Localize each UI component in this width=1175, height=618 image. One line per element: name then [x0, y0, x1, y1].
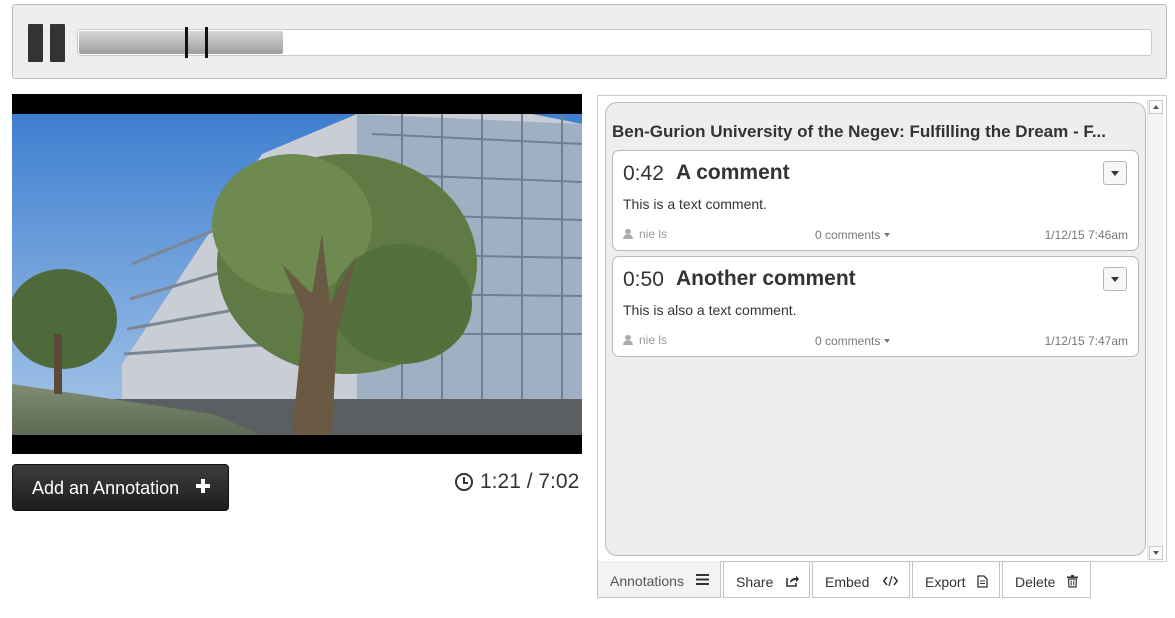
add-annotation-label: Add an Annotation: [32, 478, 180, 498]
code-icon: [883, 575, 898, 587]
annotation-menu-button[interactable]: [1103, 267, 1127, 291]
video-player[interactable]: [12, 94, 582, 454]
plus-icon: [194, 476, 212, 494]
annotation-card[interactable]: 0:42 A comment This is a text comment. n…: [612, 150, 1139, 251]
annotation-date: 1/12/15 7:47am: [1044, 334, 1128, 348]
annotation-title: Another comment: [676, 267, 856, 290]
annotation-author: nie ls: [623, 227, 667, 241]
time-readout: 1:21 / 7:02: [480, 470, 580, 493]
annotation-title: A comment: [676, 161, 790, 184]
add-annotation-button[interactable]: Add an Annotation: [12, 464, 229, 511]
clock-icon: [455, 473, 473, 491]
annotation-marker[interactable]: [205, 27, 208, 58]
time-display: 1:21 / 7:02: [455, 470, 582, 496]
panel-scrollbar[interactable]: [1147, 100, 1163, 560]
comments-toggle[interactable]: 0 comments: [815, 228, 891, 242]
annotation-author: nie ls: [623, 333, 667, 347]
player-controls: [12, 4, 1167, 79]
tab-share[interactable]: Share: [723, 561, 810, 598]
trash-icon: [1067, 575, 1078, 588]
annotation-list: Ben-Gurion University of the Negev: Fulf…: [605, 102, 1146, 556]
annotation-card[interactable]: 0:50 Another comment This is also a text…: [612, 256, 1139, 357]
caret-down-icon: [884, 339, 891, 343]
seek-progress: [79, 31, 283, 54]
annotation-body: This is also a text comment.: [623, 302, 797, 318]
share-icon: [786, 575, 799, 587]
video-frame: [12, 114, 582, 435]
annotation-body: This is a text comment.: [623, 196, 767, 212]
annotation-timestamp[interactable]: 0:42: [623, 162, 664, 186]
annotation-menu-button[interactable]: [1103, 161, 1127, 185]
video-title: Ben-Gurion University of the Negev: Fulf…: [612, 122, 1106, 141]
user-icon: [623, 335, 633, 345]
user-icon: [623, 229, 633, 239]
annotations-panel: Ben-Gurion University of the Negev: Fulf…: [597, 95, 1167, 562]
scroll-down-arrow[interactable]: [1149, 546, 1163, 560]
caret-down-icon: [884, 233, 891, 237]
annotation-timestamp[interactable]: 0:50: [623, 268, 664, 292]
file-icon: [977, 575, 988, 588]
tab-annotations[interactable]: Annotations: [597, 561, 721, 598]
annotation-marker[interactable]: [185, 27, 188, 58]
list-icon: [696, 574, 709, 585]
tab-export[interactable]: Export: [912, 561, 1000, 598]
tab-embed[interactable]: Embed: [812, 561, 910, 598]
scroll-up-arrow[interactable]: [1149, 100, 1163, 114]
annotation-date: 1/12/15 7:46am: [1044, 228, 1128, 242]
pause-button[interactable]: [28, 24, 65, 62]
comments-toggle[interactable]: 0 comments: [815, 334, 891, 348]
seek-bar[interactable]: [77, 27, 1152, 58]
pause-icon: [28, 24, 43, 62]
tab-delete[interactable]: Delete: [1002, 561, 1091, 598]
